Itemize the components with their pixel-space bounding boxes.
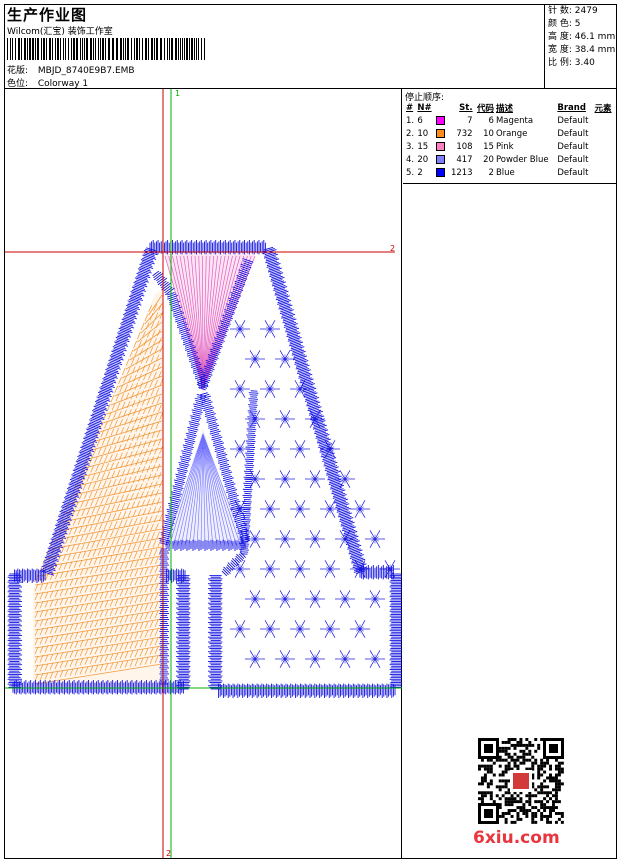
color-idx: 5. <box>406 167 415 178</box>
watermark: 6xiu.com <box>473 828 560 848</box>
color-desc: Magenta <box>495 115 534 126</box>
color-brand: Default <box>557 154 589 165</box>
design-file-line: 花版: MBJD_8740E9B7.EMB <box>7 63 135 76</box>
stat-stitches: 针 数: 2479 <box>548 6 598 16</box>
color-desc: Pink <box>495 141 514 152</box>
colorway-value: Colorway 1 <box>37 79 89 89</box>
color-row: 5. 2 1213 2 Blue Default <box>405 166 615 179</box>
color-idx: 3. <box>406 141 415 152</box>
color-desc: Orange <box>495 128 528 139</box>
colorway-line: 色位: Colorway 1 <box>7 76 88 89</box>
color-st: 108 <box>456 141 473 152</box>
guide-label-v1: 1 <box>175 89 180 98</box>
colorway-label: 色位: <box>7 79 29 89</box>
color-swatch <box>435 167 445 177</box>
color-st: 732 <box>456 128 473 139</box>
color-n: 10 <box>417 128 429 139</box>
color-code: 15 <box>483 141 494 152</box>
color-row: 1. 6 7 6 Magenta Default <box>405 114 615 127</box>
color-n: 15 <box>417 141 429 152</box>
color-swatch <box>435 141 445 151</box>
color-desc: Blue <box>495 167 515 178</box>
color-idx: 4. <box>406 154 415 165</box>
design-file: MBJD_8740E9B7.EMB <box>37 66 135 76</box>
color-table-header: # N# St. 代码 描述 Brand 元素 <box>406 102 612 114</box>
color-idx: 2. <box>406 128 415 139</box>
color-st: 417 <box>456 154 473 165</box>
barcode <box>7 38 205 60</box>
color-code: 20 <box>483 154 494 165</box>
stat-width: 宽 度: 38.4 mm <box>548 45 616 55</box>
color-row: 2. 10 732 10 Orange Default <box>405 127 615 140</box>
page-title: 生产作业图 <box>7 6 88 24</box>
stat-scale: 比 例: 3.40 <box>548 58 595 68</box>
color-row: 4. 20 417 20 Powder Blue Default <box>405 153 615 166</box>
qr-code <box>478 738 564 824</box>
design-label: 花版: <box>7 66 29 76</box>
color-st: 1213 <box>450 167 473 178</box>
design-canvas: 1 2 2 <box>5 89 402 858</box>
header: 生产作业图 Wilcom(汇宝) 装饰工作室 花版: MBJD_8740E9B7… <box>4 4 617 89</box>
studio-subtitle: Wilcom(汇宝) 装饰工作室 <box>7 27 113 37</box>
color-swatch <box>435 128 445 138</box>
color-code: 10 <box>483 128 494 139</box>
color-brand: Default <box>557 128 589 139</box>
color-n: 6 <box>417 115 423 126</box>
panel-divider <box>403 183 616 184</box>
color-brand: Default <box>557 115 589 126</box>
embroidery-design: 1 2 2 <box>5 89 402 858</box>
color-table: # N# St. 代码 描述 Brand 元素 1. 6 7 6 Magenta Defa… <box>405 101 615 179</box>
color-n: 2 <box>417 167 423 178</box>
stat-height: 高 度: 46.1 mm <box>548 32 616 42</box>
stats-block: 针 数: 2479 颜 色: 5 高 度: 46.1 mm 宽 度: 38.4 … <box>548 5 615 70</box>
color-brand: Default <box>557 141 589 152</box>
color-st: 7 <box>467 115 473 126</box>
guide-label-v2: 2 <box>166 849 171 858</box>
color-row: 3. 15 108 15 Pink Default <box>405 140 615 153</box>
color-swatch <box>435 154 445 164</box>
color-n: 20 <box>417 154 429 165</box>
color-desc: Powder Blue <box>495 154 549 165</box>
color-brand: Default <box>557 167 589 178</box>
color-idx: 1. <box>406 115 415 126</box>
stat-colors: 颜 色: 5 <box>548 19 581 29</box>
color-code: 6 <box>488 115 494 126</box>
guide-label-h2: 2 <box>390 244 395 253</box>
color-swatch <box>435 115 445 125</box>
header-info: 生产作业图 Wilcom(汇宝) 装饰工作室 花版: MBJD_8740E9B7… <box>4 4 545 89</box>
color-code: 2 <box>488 167 494 178</box>
